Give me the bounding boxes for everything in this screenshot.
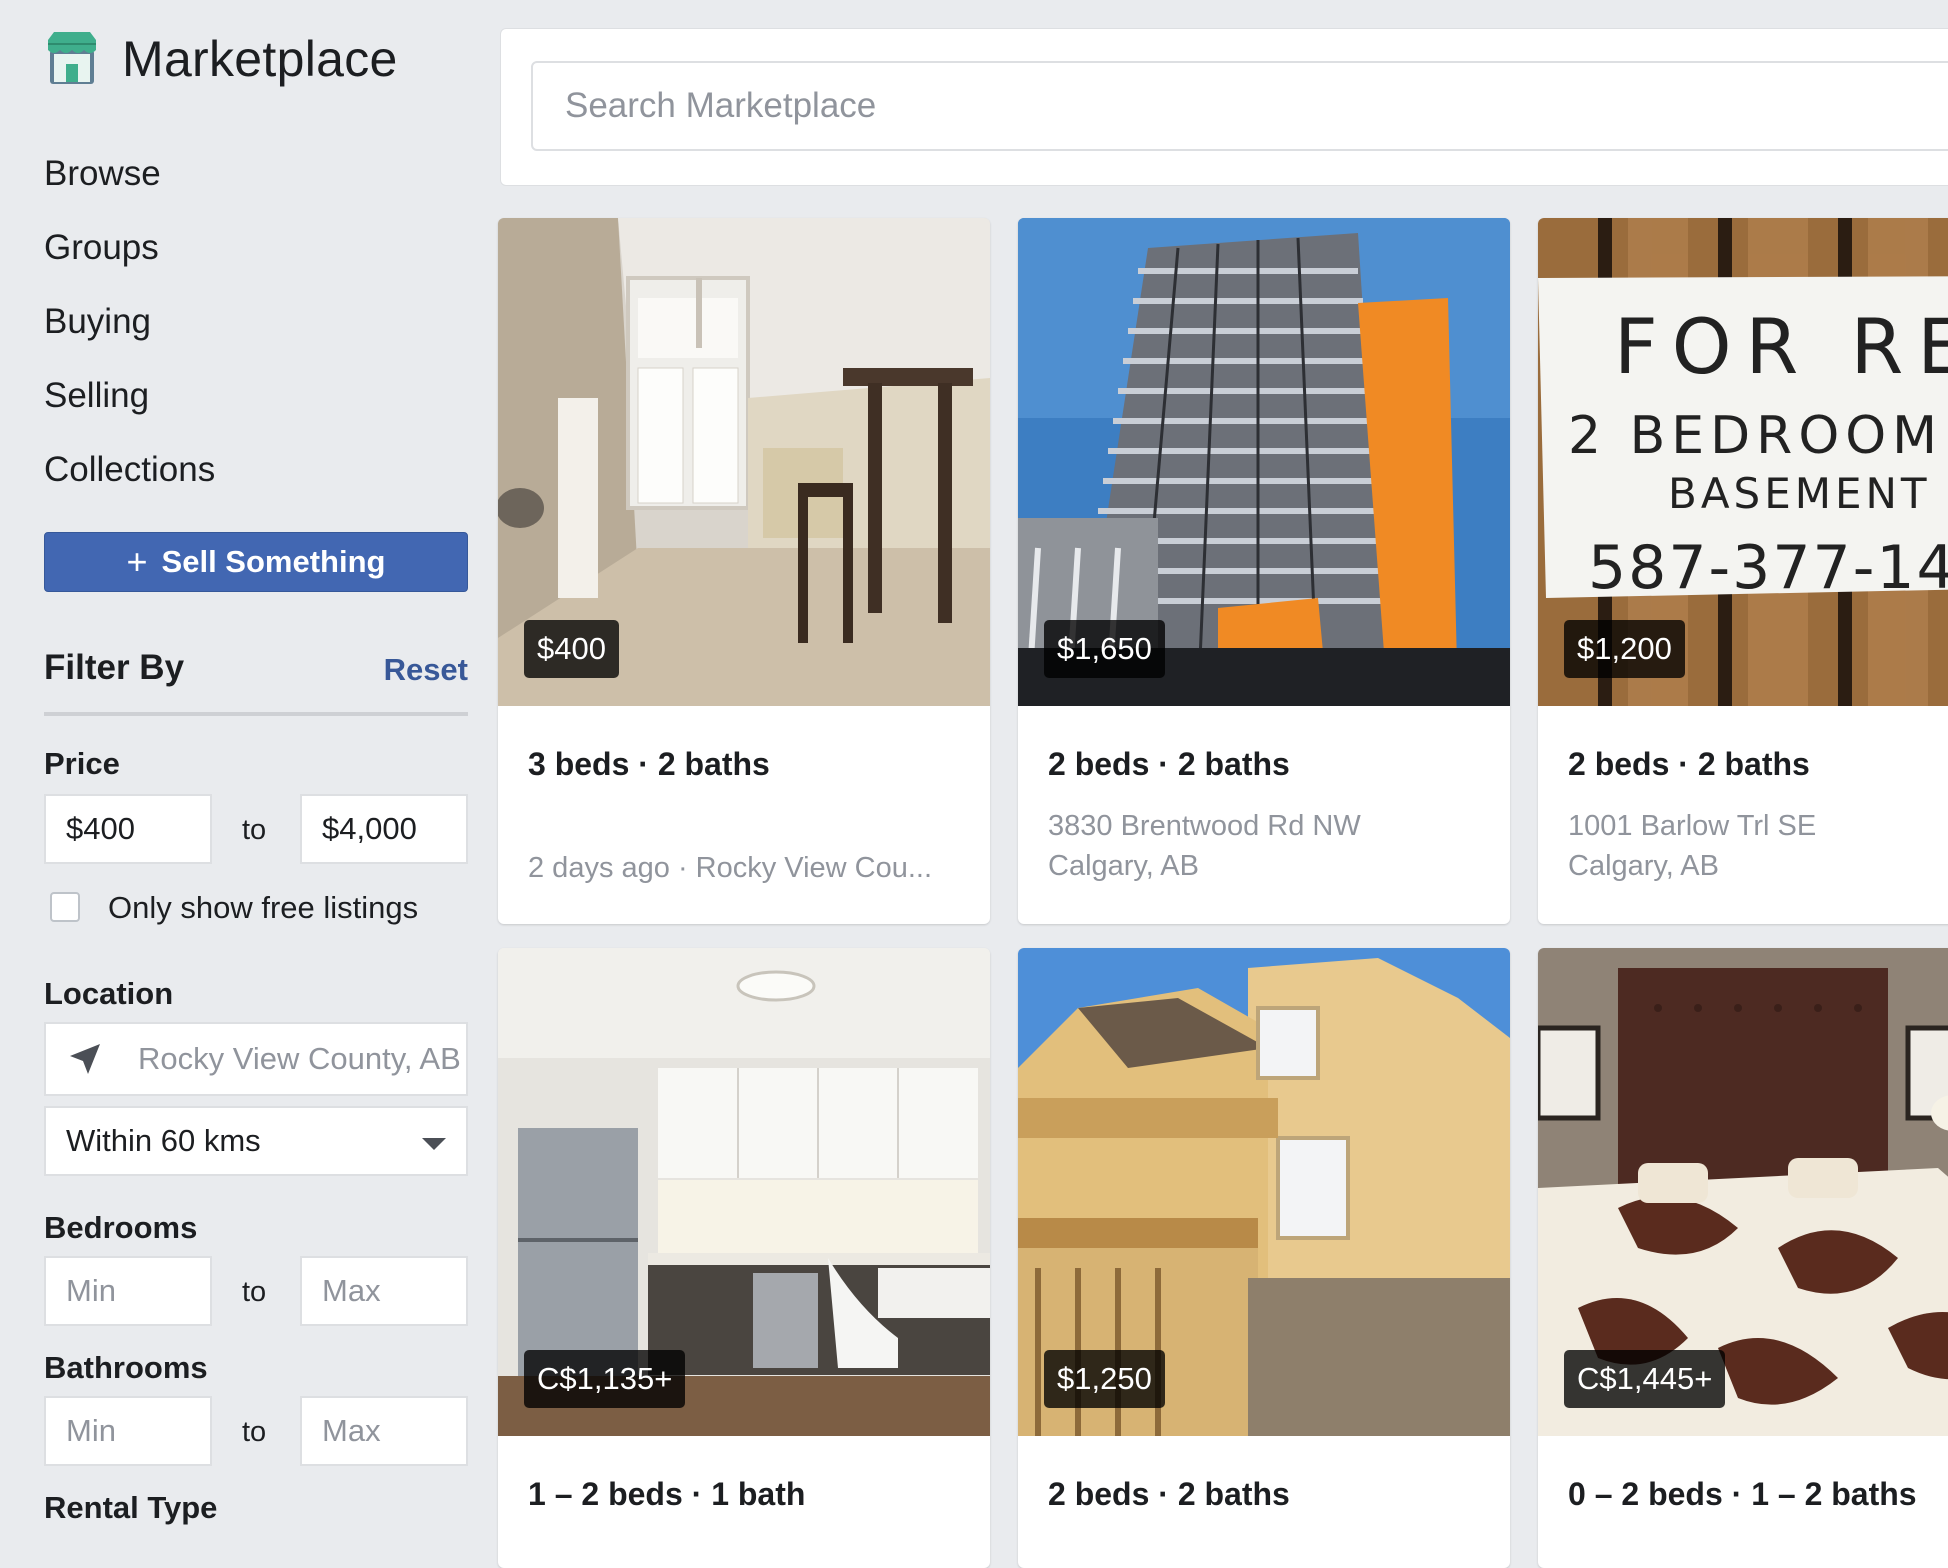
listing-address: 3830 Brentwood Rd NW [1048,810,1361,842]
search-input[interactable]: Search Marketplace [531,61,1948,151]
dropdown-caret-icon [422,1138,446,1150]
plus-icon: + [126,541,148,582]
listing-address: 1001 Barlow Trl SE [1568,810,1817,842]
house-exterior-photo: $1,250 [1018,948,1510,1436]
sidebar-nav: Browse Groups Buying Selling Collections [44,150,215,520]
bedrooms-to-label: to [242,1276,267,1308]
price-badge: $1,250 [1044,1350,1165,1408]
listing-title: 0 – 2 beds · 1 – 2 baths [1568,1476,1917,1512]
nav-item-selling[interactable]: Selling [44,372,215,446]
listing-card[interactable]: FOR REN 2 BEDROOM BASEMENT S 587-377-142… [1538,218,1948,924]
interior-entryway-photo: $400 [498,218,990,706]
sign-phone: 587-377-142 [1588,533,1948,603]
listing-card[interactable]: $1,250 2 beds · 2 baths [1018,948,1510,1568]
bathrooms-min-input[interactable]: Min [44,1396,212,1466]
price-badge: $1,650 [1044,620,1165,678]
price-badge: $400 [524,620,619,678]
sign-text-2: 2 BEDROOM [1568,406,1943,466]
price-badge: C$1,445+ [1564,1350,1726,1408]
listing-card[interactable]: $400 3 beds · 2 baths 2 days ago · Rocky… [498,218,990,924]
rental-type-label: Rental Type [44,1490,218,1525]
nav-item-groups[interactable]: Groups [44,224,215,298]
price-label: Price [44,746,120,781]
price-badge: $1,200 [1564,620,1685,678]
price-badge: C$1,135+ [524,1350,686,1408]
sidebar: Marketplace Browse Groups Buying Selling… [0,0,500,1536]
kitchen-photo: C$1,135+ [498,948,990,1436]
bedrooms-label: Bedrooms [44,1210,198,1245]
bedrooms-max-input[interactable]: Max [300,1256,468,1326]
nav-item-collections[interactable]: Collections [44,446,215,520]
app-title: Marketplace [122,31,398,87]
bathrooms-max-input[interactable]: Max [300,1396,468,1466]
bathrooms-to-label: to [242,1416,267,1448]
location-label: Location [44,976,174,1011]
search-panel: Search Marketplace [500,28,1948,186]
sell-something-button[interactable]: + Sell Something [44,532,468,592]
bedroom-photo: C$1,445+ [1538,948,1948,1436]
storefront-icon [48,32,96,84]
listing-card[interactable]: C$1,445+ 0 – 2 beds · 1 – 2 baths [1538,948,1948,1568]
location-value: Rocky View County, AB [138,1041,461,1076]
filter-header: Filter By Reset [44,644,468,716]
listing-card[interactable]: $1,650 2 beds · 2 baths 3830 Brentwood R… [1018,218,1510,924]
radius-select[interactable]: Within 60 kms [44,1106,468,1176]
highrise-building-photo: $1,650 [1018,218,1510,706]
listing-title: 2 beds · 2 baths [1048,1476,1290,1512]
filter-title: Filter By [44,648,185,687]
sign-text-3: BASEMENT S [1668,469,1948,518]
brand[interactable]: Marketplace [46,30,398,88]
listing-title: 2 beds · 2 baths [1568,746,1810,782]
listing-title: 1 – 2 beds · 1 bath [528,1476,806,1512]
sell-something-label: Sell Something [161,544,386,579]
listing-card[interactable]: C$1,135+ 1 – 2 beds · 1 bath [498,948,990,1568]
listing-title: 2 beds · 2 baths [1048,746,1290,782]
bathrooms-label: Bathrooms [44,1350,208,1385]
filter-reset-link[interactable]: Reset [384,652,468,688]
location-input[interactable]: Rocky View County, AB [44,1022,468,1096]
free-listings-label: Only show free listings [108,890,419,925]
listing-title: 3 beds · 2 baths [528,746,770,782]
price-max-input[interactable]: $4,000 [300,794,468,864]
listing-city: Calgary, AB [1568,850,1719,882]
nav-item-browse[interactable]: Browse [44,150,215,224]
location-arrow-icon [70,1044,100,1074]
listing-city: Calgary, AB [1048,850,1199,882]
bedrooms-min-input[interactable]: Min [44,1256,212,1326]
price-to-label: to [242,814,267,846]
sign-text-1: FOR REN [1614,302,1948,391]
price-min-input[interactable]: $400 [44,794,212,864]
radius-value: Within 60 kms [66,1123,261,1158]
free-listings-checkbox[interactable] [50,892,80,922]
for-rent-sign-photo: FOR REN 2 BEDROOM BASEMENT S 587-377-142… [1538,218,1948,706]
nav-item-buying[interactable]: Buying [44,298,215,372]
listing-meta: 2 days ago · Rocky View Cou... [528,852,933,884]
